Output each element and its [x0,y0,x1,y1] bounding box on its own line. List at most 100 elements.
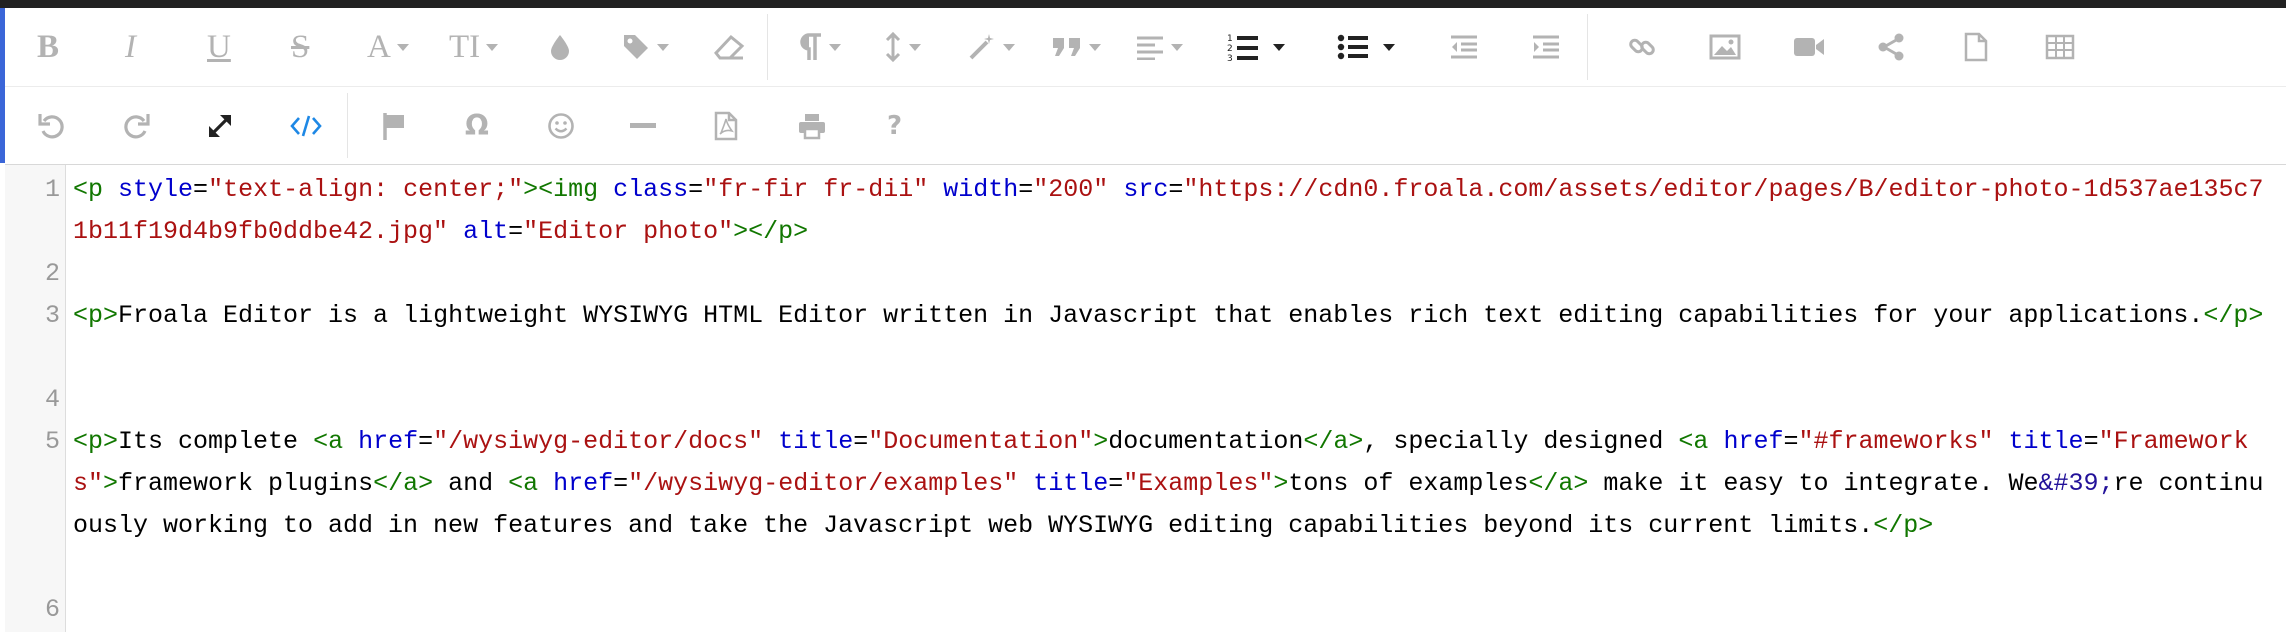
tag-token: <p [73,175,104,204]
tag-token: > [1093,427,1109,456]
video-icon [1794,38,1824,56]
string-token: "Editor photo" [523,217,734,246]
entity-token: &#39; [2038,469,2114,498]
line-number: 6 [44,595,60,624]
underline-button[interactable]: U [203,25,235,69]
code-icon [290,115,322,136]
line-number: 4 [44,385,60,414]
text-token: framework plugins [118,469,374,498]
text-token: make it easy to integrate. We [1588,469,2039,498]
undo-icon [38,113,64,138]
tag-token: </a> [373,469,434,498]
paragraph-style-button[interactable] [617,25,673,69]
align-button[interactable] [1131,25,1187,69]
ordered-list-icon: 123 [1227,34,1258,62]
table-icon [2045,34,2075,60]
question-icon: ? [887,110,903,141]
code-view-editor[interactable]: 1 <p style="text-align: center;"><img cl… [5,165,2286,632]
toolbar-separator [1587,14,1588,80]
bold-icon: B [37,28,60,65]
tag-token: <a [508,469,539,498]
paragraph-format-button[interactable] [795,25,845,69]
tag-icon [624,35,648,59]
chevron-down-icon [657,43,669,51]
get-pdf-button[interactable] [709,104,743,148]
text-token: and [433,469,509,498]
expand-icon [208,114,232,137]
attr-token: title [778,427,854,456]
tag-token: ><img [523,175,599,204]
line-number: 5 [44,427,60,456]
tag-token: ></p> [733,217,809,246]
strikethrough-button[interactable]: S [287,25,313,69]
chevron-down-icon [1273,43,1285,51]
font-size-button[interactable]: TI [445,25,502,69]
tag-token: > [1273,469,1289,498]
horizontal-line-button[interactable] [625,104,661,148]
attr-token: href [553,469,614,498]
tag-token: <a [1678,427,1709,456]
unordered-list-icon [1337,34,1368,60]
attr-token: src [1123,175,1169,204]
chevron-down-icon [1089,43,1101,51]
fullscreen-button[interactable] [201,104,239,148]
line-number: 1 [44,175,60,204]
svg-text:3: 3 [1227,54,1233,62]
string-token: "Examples" [1123,469,1274,498]
undo-button[interactable] [33,104,71,148]
share-icon [1878,33,1904,61]
insert-video-button[interactable] [1789,25,1829,69]
code-line-content[interactable]: <p style="text-align: center;"><img clas… [73,169,2278,253]
string-token: "Documentation" [868,427,1094,456]
attr-token: alt [463,217,509,246]
font-size-icon: TI [449,28,481,65]
window-top-bar [0,0,2286,8]
code-view-button[interactable] [285,104,327,148]
unordered-list-button[interactable] [1333,25,1399,69]
ordered-list-button[interactable]: 123 [1223,25,1289,69]
toolbar-row-secondary: Ω ? [5,87,2286,165]
print-button[interactable] [793,104,831,148]
bold-button[interactable]: B [33,25,63,69]
redo-icon [124,113,150,138]
redo-button[interactable] [117,104,155,148]
minus-icon [630,122,656,128]
align-left-icon [1137,36,1163,60]
text-token: documentation [1108,427,1304,456]
attr-token: href [1723,427,1784,456]
chevron-down-icon [1003,43,1015,51]
insert-image-button[interactable] [1705,25,1745,69]
line-height-button[interactable] [879,25,925,69]
code-line-content[interactable]: <p>Its complete <a href="/wysiwyg-editor… [73,421,2278,547]
insert-link-button[interactable] [1623,25,1661,69]
text-token: , specially designed [1363,427,1679,456]
clear-formatting-button[interactable] [709,25,749,69]
insert-file-button[interactable] [1959,25,1993,69]
underline-icon: U [207,28,231,65]
special-characters-button[interactable]: Ω [461,104,493,148]
printer-icon [799,113,825,139]
emoticons-button[interactable] [543,104,579,148]
tag-token: <p> [73,301,119,330]
inline-style-button[interactable] [963,25,1019,69]
attr-token: width [943,175,1019,204]
droplet-icon [551,35,569,60]
text-color-button[interactable] [543,25,577,69]
quote-button[interactable] [1047,25,1105,69]
string-token: "text-align: center;" [208,175,524,204]
font-family-button[interactable]: A [363,25,413,69]
string-token: "fr-fir fr-dii" [703,175,929,204]
attr-token: style [118,175,194,204]
insert-table-button[interactable] [2041,25,2079,69]
code-line-content[interactable]: <p>Froala Editor is a lightweight WYSIWY… [73,295,2278,337]
embed-button[interactable] [1873,25,1909,69]
italic-button[interactable]: I [121,25,140,69]
link-icon [1629,38,1655,56]
chevron-down-icon [1383,43,1395,51]
outdent-button[interactable] [1445,25,1483,69]
indent-button[interactable] [1527,25,1565,69]
magic-wand-icon [969,34,994,60]
pilcrow-icon [800,33,821,60]
emoticons-flag-button[interactable] [377,104,411,148]
help-button[interactable]: ? [883,104,906,148]
